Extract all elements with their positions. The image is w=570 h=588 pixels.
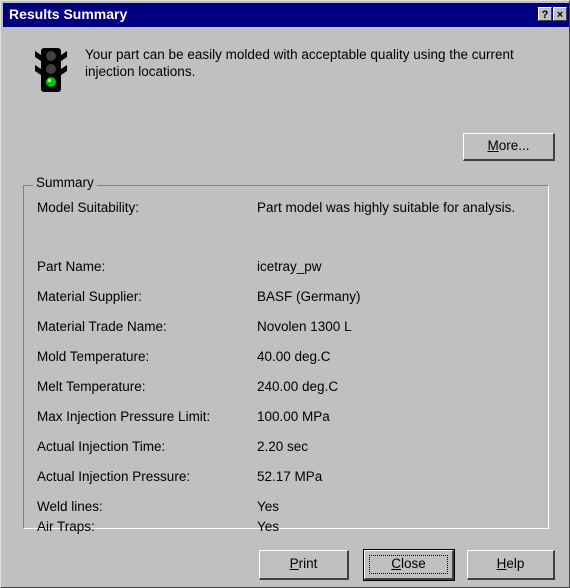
results-summary-dialog: Results Summary ? × Your part can be eas… — [0, 0, 570, 588]
title-bar[interactable]: Results Summary ? × — [3, 3, 569, 27]
close-title-button[interactable]: × — [553, 7, 567, 21]
summary-row: Max Injection Pressure Limit: 100.00 MPa — [37, 409, 537, 427]
summary-row-value: 40.00 deg.C — [257, 349, 331, 364]
summary-row: Part Name: icetray_pw — [37, 259, 537, 277]
summary-row: Mold Temperature: 40.00 deg.C — [37, 349, 537, 367]
summary-row-value: Part model was highly suitable for analy… — [257, 200, 516, 215]
summary-row-value: 2.20 sec — [257, 439, 309, 454]
summary-group-label: Summary — [33, 175, 97, 190]
summary-row-value: 52.17 MPa — [257, 469, 323, 484]
summary-row-label: Weld lines: — [37, 499, 103, 514]
summary-row: Actual Injection Pressure: 52.17 MPa — [37, 469, 537, 487]
summary-row-label: Actual Injection Pressure: — [37, 469, 191, 484]
summary-row: Melt Temperature: 240.00 deg.C — [37, 379, 537, 397]
focus-rect — [369, 555, 448, 574]
summary-row: Actual Injection Time: 2.20 sec — [37, 439, 537, 457]
help-button[interactable]: Help — [467, 550, 555, 580]
summary-row: Material Supplier: BASF (Germany) — [37, 289, 537, 307]
summary-row-value: 100.00 MPa — [257, 409, 330, 424]
summary-row-value: Yes — [257, 499, 280, 514]
result-message: Your part can be easily molded with acce… — [85, 47, 514, 79]
summary-row: Weld lines: Yes — [37, 499, 537, 517]
help-title-button[interactable]: ? — [538, 7, 552, 21]
summary-row: Material Trade Name: Novolen 1300 L — [37, 319, 537, 337]
summary-row-label: Model Suitability: — [37, 200, 140, 215]
summary-row-value: Novolen 1300 L — [257, 319, 352, 334]
summary-row-value: 240.00 deg.C — [257, 379, 339, 394]
help-button-label: elp — [506, 556, 525, 571]
summary-row-label: Air Traps: — [37, 519, 95, 534]
summary-row-label: Mold Temperature: — [37, 349, 150, 364]
summary-row-label: Max Injection Pressure Limit: — [37, 409, 211, 424]
summary-row-value: Yes — [257, 519, 280, 534]
more-button-label: ore... — [498, 138, 530, 153]
summary-row-label: Material Trade Name: — [37, 319, 167, 334]
summary-row-label: Melt Temperature: — [37, 379, 146, 394]
more-button-mnemonic: M — [487, 138, 499, 153]
print-button[interactable]: Print — [259, 550, 349, 580]
print-button-mnemonic: P — [289, 556, 299, 571]
window-title: Results Summary — [9, 6, 128, 22]
help-button-mnemonic: H — [496, 556, 507, 571]
summary-row: Air Traps: Yes — [37, 519, 537, 537]
summary-row: Model Suitability: Part model was highly … — [37, 200, 537, 218]
summary-row-label: Part Name: — [37, 259, 106, 274]
summary-row-value: icetray_pw — [257, 259, 322, 274]
more-button[interactable]: More... — [463, 133, 555, 161]
summary-row-label: Actual Injection Time: — [37, 439, 166, 454]
summary-row-value: BASF (Germany) — [257, 289, 361, 304]
close-button[interactable]: Close — [363, 549, 455, 581]
print-button-label: rint — [298, 556, 318, 571]
traffic-light-icon — [35, 48, 67, 92]
summary-row-label: Material Supplier: — [37, 289, 143, 304]
